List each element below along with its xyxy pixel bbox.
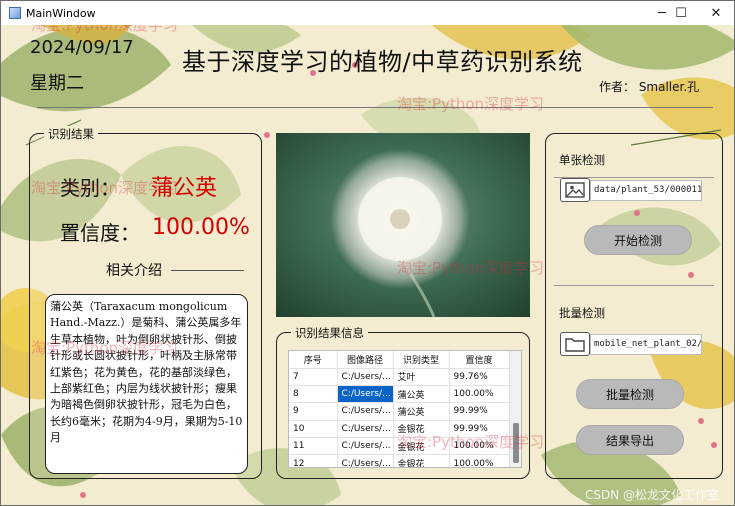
close-button[interactable]: ✕	[699, 1, 733, 25]
scrollbar-thumb[interactable]	[513, 423, 519, 463]
main-window: MainWindow ─ ☐ ✕ 2024/09/17 星期二 基于深度学习的植…	[0, 0, 735, 506]
table-row[interactable]: 9 C:/Users/... 蒲公英 99.99%	[289, 402, 510, 421]
footer-watermark: CSDN @松龙文化工作室	[585, 488, 720, 502]
result-table[interactable]: 序号 图像路径 识别类型 置信度 7 C:/Users/... 艾叶 99.76…	[288, 350, 522, 468]
maximize-button[interactable]: ☐	[664, 1, 698, 25]
table-row[interactable]: 8 C:/Users/... 蒲公英 100.00%	[289, 385, 510, 404]
intro-text[interactable]: 蒲公英（Taraxacum mongolicum Hand.-Mazz.）是菊科…	[45, 294, 248, 474]
weekday-label: 星期二	[30, 73, 84, 94]
cell-index[interactable]: 10	[289, 420, 338, 439]
table-row[interactable]: 12 C:/Users/... 金银花 100.00%	[289, 454, 510, 467]
title-bar: MainWindow ─ ☐ ✕	[1, 1, 734, 25]
col-header-type[interactable]: 识别类型	[393, 351, 450, 369]
cell-type[interactable]: 金银花	[393, 454, 450, 467]
info-table-group: 识别结果信息 序号 图像路径 识别类型 置信度 7 C:/Users/... 艾…	[276, 325, 530, 479]
info-group-title: 识别结果信息	[291, 325, 368, 341]
col-header-confidence[interactable]: 置信度	[449, 351, 510, 369]
cell-confidence[interactable]: 100.00%	[449, 454, 510, 467]
plant-image	[276, 133, 530, 317]
table-header-row: 序号 图像路径 识别类型 置信度	[289, 351, 510, 369]
cell-confidence[interactable]: 100.00%	[449, 385, 510, 404]
cell-confidence[interactable]: 100.00%	[449, 437, 510, 456]
date-label: 2024/09/17	[30, 37, 134, 58]
confidence-value: 100.00%	[152, 215, 250, 240]
cell-path[interactable]: C:/Users/...	[337, 437, 394, 456]
cell-path[interactable]: C:/Users/...	[337, 402, 394, 421]
cell-path[interactable]: C:/Users/...	[337, 368, 394, 386]
header-divider	[37, 107, 713, 108]
cell-index[interactable]: 9	[289, 402, 338, 421]
class-value: 蒲公英	[151, 176, 218, 201]
app-icon	[9, 7, 21, 19]
cell-confidence[interactable]: 99.76%	[449, 368, 510, 386]
batch-detect-button[interactable]: 批量检测	[576, 379, 684, 409]
operations-group: 单张检测 data/plant_53/000011.png 开始检测 批量检测 …	[545, 133, 723, 479]
cell-type[interactable]: 金银花	[393, 437, 450, 456]
table-row[interactable]: 7 C:/Users/... 艾叶 99.76%	[289, 368, 510, 386]
batch-divider	[554, 285, 714, 286]
col-header-path[interactable]: 图像路径	[337, 351, 394, 369]
cell-index[interactable]: 8	[289, 385, 338, 404]
cell-type[interactable]: 金银花	[393, 420, 450, 439]
window-title: MainWindow	[26, 6, 96, 20]
cell-path[interactable]: C:/Users/...	[337, 454, 394, 467]
table-row[interactable]: 11 C:/Users/... 金银花 100.00%	[289, 437, 510, 456]
author-label: 作者： Smaller.孔	[599, 80, 700, 94]
batch-detect-label: 批量检测	[559, 306, 605, 320]
cell-path[interactable]: C:/Users/...	[337, 385, 394, 404]
confidence-label: 置信度：	[60, 221, 140, 245]
cell-type[interactable]: 蒲公英	[393, 385, 450, 404]
folder-icon[interactable]	[560, 332, 590, 356]
table-scrollbar[interactable]	[509, 351, 521, 467]
cell-index[interactable]: 11	[289, 437, 338, 456]
single-path-row: data/plant_53/000011.png	[560, 178, 702, 202]
result-group-title: 识别结果	[44, 126, 98, 142]
image-icon[interactable]	[560, 178, 590, 202]
cell-confidence[interactable]: 99.99%	[449, 420, 510, 439]
batch-path-field[interactable]: mobile_net_plant_02/test	[590, 333, 702, 355]
cell-index[interactable]: 12	[289, 454, 338, 467]
content-area: 2024/09/17 星期二 基于深度学习的植物/中草药识别系统 作者： Sma…	[1, 25, 734, 505]
col-header-index[interactable]: 序号	[289, 351, 338, 369]
cell-type[interactable]: 蒲公英	[393, 402, 450, 421]
intro-label: 相关介绍	[106, 263, 162, 279]
page-title: 基于深度学习的植物/中草药识别系统	[182, 48, 583, 76]
cell-index[interactable]: 7	[289, 368, 338, 386]
cell-type[interactable]: 艾叶	[393, 368, 450, 386]
result-group: 识别结果 类别： 蒲公英 置信度： 100.00% 相关介绍 蒲公英（Tarax…	[29, 126, 262, 479]
single-detect-label: 单张检测	[559, 153, 605, 167]
start-detect-button[interactable]: 开始检测	[584, 225, 692, 255]
batch-path-row: mobile_net_plant_02/test	[560, 332, 702, 356]
export-results-button[interactable]: 结果导出	[576, 425, 684, 455]
class-label: 类别：	[60, 176, 120, 200]
single-path-field[interactable]: data/plant_53/000011.png	[590, 179, 702, 201]
cell-confidence[interactable]: 99.99%	[449, 402, 510, 421]
table-row[interactable]: 10 C:/Users/... 金银花 99.99%	[289, 420, 510, 439]
intro-divider	[171, 270, 244, 271]
cell-path[interactable]: C:/Users/...	[337, 420, 394, 439]
